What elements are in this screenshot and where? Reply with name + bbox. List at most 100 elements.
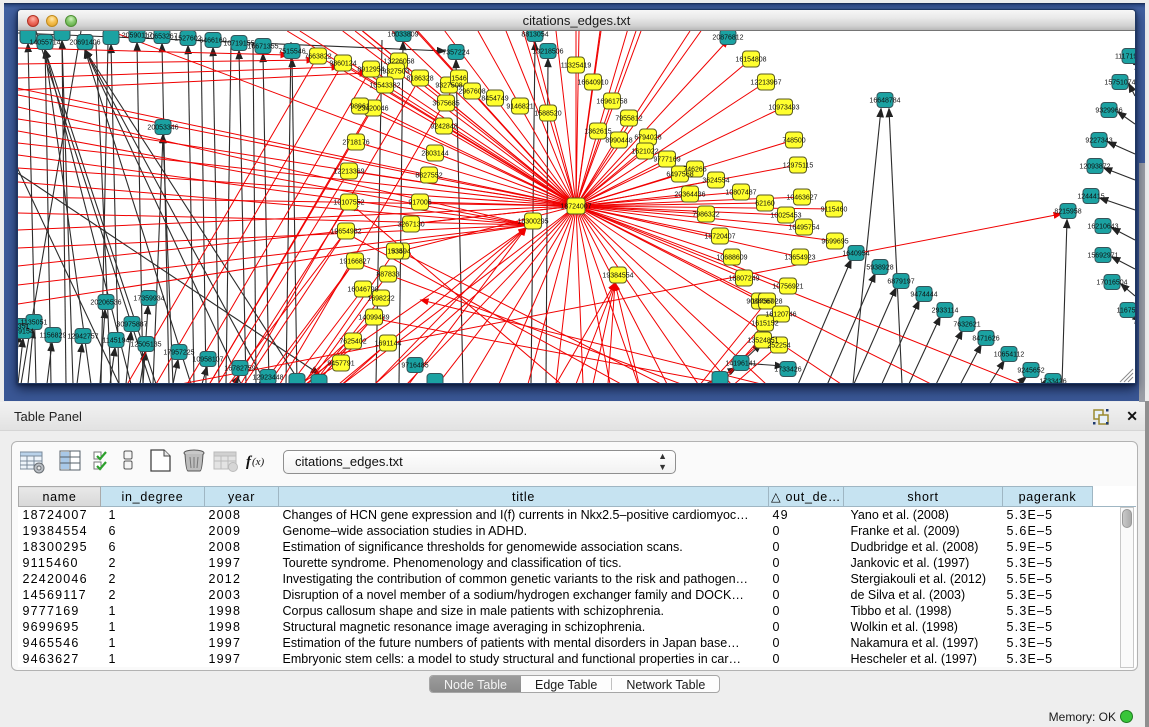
svg-text:8827552: 8827552 (415, 173, 442, 180)
svg-text:16782759: 16782759 (224, 366, 255, 373)
svg-text:12975115: 12975115 (783, 163, 814, 170)
svg-text:17359934: 17359934 (133, 296, 164, 303)
svg-text:17957225: 17957225 (163, 350, 194, 357)
svg-text:16210643: 16210643 (1087, 224, 1118, 231)
svg-text:1156829: 1156829 (40, 333, 67, 340)
svg-text:10756928: 10756928 (751, 299, 782, 306)
svg-text:917006: 917006 (408, 200, 431, 207)
svg-text:18807249: 18807249 (728, 276, 759, 283)
svg-text:16154808: 16154808 (735, 57, 766, 64)
svg-text:39154: 39154 (18, 329, 34, 336)
svg-text:748500: 748500 (782, 138, 805, 145)
svg-text:10807487: 10807487 (725, 190, 756, 197)
svg-text:8471626: 8471626 (972, 336, 999, 343)
svg-text:1621022: 1621022 (631, 149, 658, 156)
svg-text:7357224: 7357224 (442, 50, 469, 57)
svg-text:9457791: 9457791 (327, 361, 354, 368)
svg-text:10653267: 10653267 (146, 34, 177, 41)
svg-text:17016504: 17016504 (1096, 280, 1127, 287)
svg-text:1691144: 1691144 (375, 341, 402, 348)
svg-text:10688609: 10688609 (716, 255, 747, 262)
svg-text:8215958: 8215958 (1054, 209, 1081, 216)
svg-text:7625402: 7625402 (339, 339, 366, 346)
svg-text:13654923: 13654923 (784, 255, 815, 262)
svg-text:9146821: 9146821 (506, 104, 533, 111)
svg-text:12505135: 12505135 (130, 342, 161, 349)
svg-text:12213967: 12213967 (750, 80, 781, 87)
svg-text:19218506: 19218506 (532, 49, 563, 56)
svg-text:116753: 116753 (1117, 308, 1135, 315)
svg-text:8186328: 8186328 (406, 76, 433, 83)
svg-text:10107552: 10107552 (333, 200, 364, 207)
svg-text:9474444: 9474444 (910, 292, 937, 299)
svg-text:15720407: 15720407 (704, 234, 735, 241)
svg-text:1640954: 1640954 (842, 251, 869, 258)
svg-text:(x): (x) (252, 456, 265, 468)
svg-text:14055714: 14055714 (29, 40, 60, 47)
svg-text:7515546: 7515546 (278, 49, 305, 56)
svg-text:12942757: 12942757 (67, 334, 98, 341)
svg-text:20876812: 20876812 (712, 35, 743, 42)
svg-text:1135051: 1135051 (21, 320, 48, 327)
svg-text:10025453: 10025453 (770, 213, 801, 220)
svg-text:15751074: 15751074 (1104, 80, 1135, 87)
svg-text:16120746: 16120746 (765, 312, 796, 319)
svg-text:30975887: 30975887 (116, 322, 147, 329)
svg-text:887833: 887833 (376, 272, 399, 279)
svg-text:16648784: 16648784 (869, 98, 900, 105)
svg-text:1733426: 1733426 (774, 367, 801, 374)
svg-text:7986322: 7986322 (692, 212, 719, 219)
svg-text:16640910: 16640910 (577, 80, 608, 87)
svg-text:10756921: 10756921 (772, 284, 803, 291)
svg-text:10463627: 10463627 (786, 195, 817, 202)
svg-text:5938928: 5938928 (866, 265, 893, 272)
svg-text:16671355: 16671355 (247, 44, 278, 51)
svg-text:9860124: 9860124 (329, 61, 356, 68)
svg-text:746266: 746266 (683, 167, 706, 174)
svg-text:14099489: 14099489 (358, 315, 389, 322)
svg-text:8813054: 8813054 (521, 32, 548, 39)
svg-text:9329966: 9329966 (1095, 108, 1122, 115)
svg-text:19654982: 19654982 (330, 229, 361, 236)
svg-text:3267130: 3267130 (397, 222, 424, 229)
svg-text:1934: 1934 (387, 249, 403, 256)
svg-text:20206536: 20206536 (90, 300, 121, 307)
svg-text:11325419: 11325419 (561, 63, 592, 70)
svg-text:7632621: 7632621 (953, 322, 980, 329)
svg-text:1588520: 1588520 (534, 111, 561, 118)
svg-text:16046798: 16046798 (347, 287, 378, 294)
svg-text:8454749: 8454749 (481, 96, 508, 103)
svg-text:8990448: 8990448 (605, 138, 632, 145)
svg-text:11171954: 11171954 (1115, 54, 1135, 61)
svg-text:8912954: 8912954 (357, 67, 384, 74)
svg-text:1698222: 1698222 (367, 296, 394, 303)
svg-text:6794028: 6794028 (634, 135, 661, 142)
svg-text:98961: 98961 (350, 104, 370, 111)
svg-text:9245652: 9245652 (1017, 368, 1044, 375)
svg-text:12923448: 12923448 (252, 375, 283, 382)
svg-text:10654112: 10654112 (994, 352, 1025, 359)
svg-text:19384554: 19384554 (602, 273, 633, 280)
svg-text:20691406: 20691406 (69, 40, 100, 47)
svg-text:10543382: 10543382 (369, 83, 400, 90)
svg-text:9227343: 9227343 (1085, 138, 1112, 145)
svg-text:10958107: 10958107 (192, 357, 223, 364)
svg-text:20053346: 20053346 (147, 125, 178, 132)
svg-text:9777169: 9777169 (653, 157, 680, 164)
svg-text:3675685: 3675685 (432, 101, 459, 108)
svg-text:19166827: 19166827 (339, 259, 370, 266)
svg-text:12213369: 12213369 (333, 169, 364, 176)
svg-text:1145194: 1145194 (103, 338, 130, 345)
svg-text:13226058: 13226058 (383, 59, 414, 66)
svg-text:2718176: 2718176 (342, 140, 369, 147)
svg-text:16961758: 16961758 (596, 99, 627, 106)
svg-text:2933114: 2933114 (932, 308, 959, 315)
svg-text:1546: 1546 (451, 76, 467, 83)
svg-text:9327503: 9327503 (382, 69, 409, 76)
svg-text:14196141: 14196141 (725, 361, 756, 368)
svg-text:9115460: 9115460 (821, 207, 848, 214)
svg-text:16495754: 16495754 (788, 225, 819, 232)
svg-text:2803144: 2803144 (421, 151, 448, 158)
svg-text:18724007: 18724007 (560, 204, 591, 211)
svg-text:1733426: 1733426 (1039, 379, 1066, 385)
